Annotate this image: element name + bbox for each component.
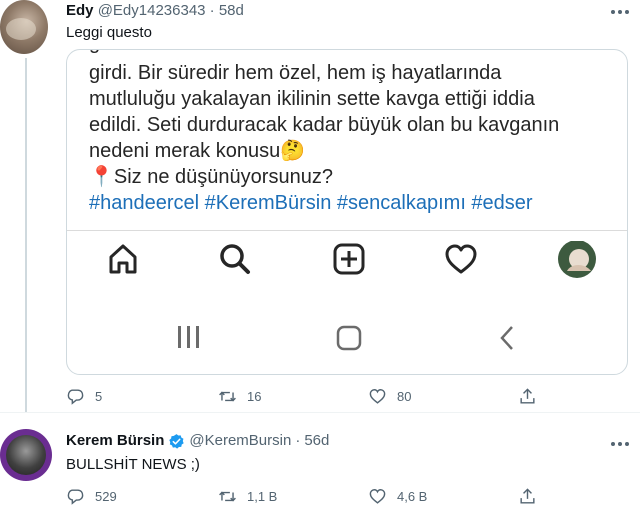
retweet-icon xyxy=(219,491,236,501)
author-handle[interactable]: @KeremBursin xyxy=(189,432,291,450)
more-options-icon[interactable] xyxy=(610,435,630,447)
separator: · xyxy=(295,432,301,449)
reply-button[interactable]: 529 xyxy=(66,485,117,507)
heart-icon xyxy=(443,241,479,277)
caption-line: 📍Siz ne düşünüyorsunuz? xyxy=(89,166,333,188)
embedded-screenshot[interactable]: g girdi. Bir süredir hem özel, hem iş ha… xyxy=(66,49,628,375)
cut-off-text: g xyxy=(89,50,209,54)
author-name[interactable]: Kerem Bürsin xyxy=(66,432,164,450)
tweet-header: Edy @Edy14236343 · 58d xyxy=(66,2,244,20)
reply-count: 5 xyxy=(95,388,103,404)
avatar[interactable] xyxy=(0,0,48,54)
retweet-button[interactable]: 1,1 B xyxy=(218,485,277,507)
heart-icon xyxy=(369,388,386,404)
tweet-time[interactable]: 56d xyxy=(304,432,329,450)
caption-line: mutluluğu yakalayan ikilinin sette kavga… xyxy=(89,88,535,110)
caption-line: nedeni merak konusu🤔 xyxy=(89,140,306,162)
reply-button[interactable]: 5 xyxy=(66,385,102,407)
like-button[interactable]: 80 xyxy=(368,385,411,407)
reply-icon xyxy=(67,488,84,505)
tweet-text: BULLSHİT NEWS ;) xyxy=(66,456,200,473)
tweet-time[interactable]: 58d xyxy=(219,2,244,19)
instagram-nav-bar xyxy=(67,230,627,288)
search-icon xyxy=(217,241,253,277)
thread-line xyxy=(25,58,27,412)
author-name[interactable]: Edy xyxy=(66,2,94,19)
recent-apps-icon xyxy=(175,324,203,355)
more-options-icon[interactable] xyxy=(610,3,630,15)
new-post-icon xyxy=(331,241,367,277)
caption-line: girdi. Bir süredir hem özel, hem iş haya… xyxy=(89,62,502,84)
profile-avatar-icon xyxy=(557,240,596,278)
tweet-edy[interactable]: Edy @Edy14236343 · 58d Leggi questo g gi… xyxy=(0,0,640,412)
like-button[interactable]: 4,6 B xyxy=(368,485,427,507)
caption-hashtags: #handeercel #KeremBürsin #sencalkapımı #… xyxy=(89,192,533,214)
reply-icon xyxy=(67,388,84,405)
share-button[interactable] xyxy=(518,385,537,407)
instagram-caption: girdi. Bir süredir hem özel, hem iş haya… xyxy=(89,60,609,216)
heart-icon xyxy=(369,488,386,504)
share-icon xyxy=(520,487,535,504)
retweet-button[interactable]: 16 xyxy=(218,385,261,407)
reply-count: 529 xyxy=(95,488,117,504)
back-button-icon xyxy=(497,324,517,357)
like-count: 4,6 B xyxy=(397,488,428,504)
retweet-icon xyxy=(219,391,236,401)
like-count: 80 xyxy=(397,388,412,404)
retweet-count: 1,1 B xyxy=(247,488,278,504)
avatar[interactable] xyxy=(0,429,52,481)
share-button[interactable] xyxy=(518,485,537,507)
tweet-actions: 5 16 80 xyxy=(66,385,566,409)
android-nav-bar xyxy=(67,312,627,362)
tweet-text: Leggi questo xyxy=(66,24,152,41)
share-icon xyxy=(520,387,535,404)
author-handle[interactable]: @Edy14236343 xyxy=(98,2,206,19)
tweet-kerem-bursin[interactable]: Kerem Bürsin @KeremBursin · 56d BULLSHİT… xyxy=(0,413,640,522)
home-icon xyxy=(105,241,141,277)
tweet-header: Kerem Bürsin @KeremBursin · 56d xyxy=(66,432,329,450)
separator: · xyxy=(209,2,215,19)
retweet-count: 16 xyxy=(247,388,262,404)
verified-badge-icon xyxy=(169,433,185,449)
home-button-icon xyxy=(335,324,363,357)
caption-line: edildi. Seti durduracak kadar büyük olan… xyxy=(89,114,560,136)
tweet-actions: 529 1,1 B 4,6 B xyxy=(66,485,566,509)
